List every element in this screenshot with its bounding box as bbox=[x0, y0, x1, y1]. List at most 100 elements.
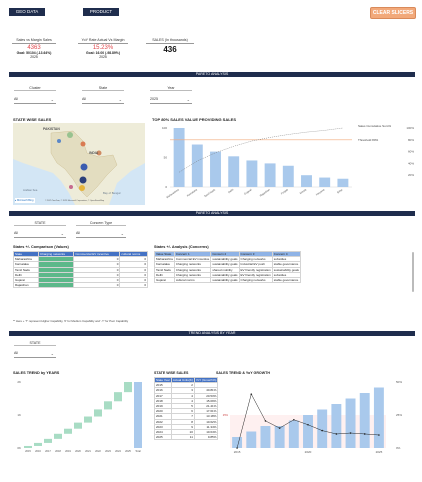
yoy-bar bbox=[246, 431, 257, 448]
table-cell: Charging networks bbox=[238, 276, 273, 284]
trend-y-tick: 1K bbox=[17, 413, 21, 417]
trend-bar bbox=[34, 442, 42, 446]
trend-bar bbox=[44, 438, 52, 443]
table-row[interactable]: Maharashtra Commercial EV incentive sust… bbox=[154, 256, 301, 263]
col-header[interactable]: Actual Units(K) bbox=[170, 376, 195, 384]
map-label-pakistan: PAKISTAN bbox=[43, 127, 60, 131]
trend-y-tick: 2K bbox=[17, 380, 21, 384]
table-cell: Maharashtra bbox=[154, 256, 175, 263]
nav-geo-data-button[interactable]: GEO DATA bbox=[9, 8, 45, 16]
bing-logo: ▸ Microsoft Bing bbox=[15, 198, 35, 203]
bing-icon: ▸ bbox=[15, 199, 17, 202]
dropdown-value: All bbox=[76, 231, 80, 235]
pareto-bar bbox=[210, 151, 221, 187]
kpi-card-yoy-rate: YoY Rate Actual Vs Margin 15.23% Goal: 1… bbox=[78, 38, 128, 59]
map-bubble[interactable] bbox=[79, 185, 85, 191]
table-row[interactable]: Delhi Charging networks sustainability g… bbox=[154, 271, 301, 278]
legend-label: Threshold 80% bbox=[358, 138, 379, 142]
pareto-y-tick: 50 bbox=[164, 156, 168, 160]
map-bubble[interactable] bbox=[57, 139, 61, 143]
kpi-card-sales-vs-margin: Sales vs Margin Sales 4363 Goal: 50104 (… bbox=[12, 38, 56, 59]
table-header-row: State Year Actual Units(K) YoY (Growth%) bbox=[154, 376, 219, 384]
pareto-x-tick: Karnataka bbox=[186, 187, 198, 197]
states-dropdown[interactable]: All ⌄ bbox=[14, 230, 66, 238]
pareto-x-tick: Tamil Nadu bbox=[203, 187, 216, 198]
pareto-bar bbox=[264, 163, 276, 187]
pareto-y-tick: 100 bbox=[162, 126, 167, 130]
yoy-chart[interactable]: 0% 25% 50% 25% 2015 2020 2025 bbox=[216, 378, 416, 458]
yoy-growth-point bbox=[378, 434, 380, 436]
trend-bar bbox=[24, 445, 32, 448]
comparison-note: ** Here + 'T' represent Higher Capabilit… bbox=[13, 319, 129, 323]
map-bubble[interactable] bbox=[80, 163, 88, 171]
section-band-label: PARETO ANALYSIS bbox=[195, 211, 229, 215]
table-row[interactable]: Tamil Nadu Charging networks shared mobi… bbox=[154, 266, 301, 273]
trend-state-dropdown[interactable]: All ⌄ bbox=[14, 350, 56, 358]
nav-product-label: PRODUCT bbox=[89, 9, 113, 14]
section-band-label: PARETO ANALYSIS bbox=[195, 72, 229, 76]
yoy-y2-tick: 25% bbox=[396, 413, 402, 417]
filter-state: State All ⌄ bbox=[82, 86, 124, 104]
map-bubble[interactable] bbox=[67, 132, 73, 138]
kpi-year: 2025 bbox=[30, 54, 38, 59]
nav-product-button[interactable]: PRODUCT bbox=[83, 8, 119, 16]
trend-y-tick: 0K bbox=[17, 446, 21, 450]
dropdown-value: All bbox=[82, 97, 86, 101]
trend-x-tick: 2020 bbox=[75, 449, 81, 453]
legend-label: Sales Cumulative Sum% bbox=[358, 124, 392, 128]
kpi-year: 2025 bbox=[99, 54, 107, 59]
yoy-growth-point bbox=[250, 393, 253, 395]
concerns-scrollbar[interactable] bbox=[412, 252, 414, 292]
map-bubble[interactable] bbox=[79, 176, 87, 184]
table-row[interactable]: Rajasthan 0 0 bbox=[12, 282, 148, 289]
year-dropdown[interactable]: 2025 ⌄ bbox=[150, 96, 192, 104]
map-bubble[interactable] bbox=[80, 141, 86, 147]
pareto-chart-svg: 0 50 100 20% 40% 60% 80% 100% Maharashtra Karnata… bbox=[162, 126, 414, 199]
table-cell: stable governance bbox=[271, 276, 301, 284]
kpi-goal: Goal: 50104 (-13.64%) bbox=[16, 50, 52, 55]
pareto-x-tick: Maharashtra bbox=[165, 187, 180, 199]
pareto-chart[interactable]: 0 50 100 20% 40% 60% 80% 100% Maharashtra Karnata… bbox=[152, 124, 416, 204]
table-row[interactable]: Karnataka Charging networks sustainabili… bbox=[154, 261, 301, 268]
state-sales-map[interactable]: PAKISTAN INDIA Bay of Bengal Arabian Sea… bbox=[13, 123, 145, 205]
pareto-bar bbox=[173, 128, 185, 187]
col-header[interactable]: State Year bbox=[154, 376, 172, 384]
table-cell: EV friendly registration bbox=[238, 266, 273, 273]
state-dropdown[interactable]: All ⌄ bbox=[82, 96, 124, 104]
yoy-x-tick: 2025 bbox=[376, 450, 383, 454]
col-header[interactable]: YoY (Growth%) bbox=[193, 376, 219, 384]
pareto-bar bbox=[319, 177, 331, 187]
table-row[interactable]: Gujarat cultural norms sustainability go… bbox=[154, 276, 301, 284]
map-bubble[interactable] bbox=[69, 185, 73, 189]
yoy-band-label: 25% bbox=[223, 413, 229, 417]
trend-x-tick: 2017 bbox=[45, 449, 51, 453]
trend-bar bbox=[54, 433, 62, 439]
state-wise-sales-wrap: State Year Actual Units(K) YoY (Growth%)… bbox=[154, 376, 219, 441]
chevron-down-icon: ⌄ bbox=[186, 97, 190, 102]
pareto-x-tick: Delhi bbox=[227, 187, 234, 194]
yoy-bar bbox=[359, 393, 370, 448]
trend-bar bbox=[114, 392, 122, 402]
concerns-title: States +/- Analysis (Concerns) bbox=[154, 245, 209, 249]
kpi-divider bbox=[12, 43, 56, 44]
sales-trend-chart[interactable]: 0K 1K 2K 2015 2016 2017 2018 2019 2020 2021 2022 20… bbox=[13, 378, 145, 458]
section-band-pareto-2: PARETO ANALYSIS bbox=[9, 211, 415, 216]
trend-x-tick: 2018 bbox=[55, 449, 61, 453]
clear-slicers-button[interactable]: CLEAR SLICERS bbox=[370, 7, 416, 19]
pareto-bar bbox=[337, 178, 349, 187]
yoy-bar bbox=[232, 437, 243, 448]
concern-dropdown[interactable]: All ⌄ bbox=[76, 230, 126, 238]
cluster-dropdown[interactable]: All ⌄ bbox=[14, 96, 56, 104]
table-row[interactable]: 2025 11 9.85% bbox=[154, 434, 219, 441]
clear-slicers-label: CLEAR SLICERS bbox=[372, 10, 414, 16]
yoy-bar bbox=[303, 415, 313, 448]
yoy-bar bbox=[317, 409, 328, 448]
trend-x-tick: 2015 bbox=[25, 449, 31, 453]
pareto-y2-tick: 40% bbox=[408, 161, 414, 165]
pareto-legend-threshold: Threshold 80% bbox=[358, 138, 378, 142]
pareto-y2-tick: 60% bbox=[408, 150, 414, 154]
yoy-growth-point bbox=[264, 420, 267, 422]
table-cell: cultural norms bbox=[173, 276, 212, 284]
yoy-bar bbox=[373, 387, 384, 448]
dropdown-value: 2025 bbox=[150, 97, 158, 101]
